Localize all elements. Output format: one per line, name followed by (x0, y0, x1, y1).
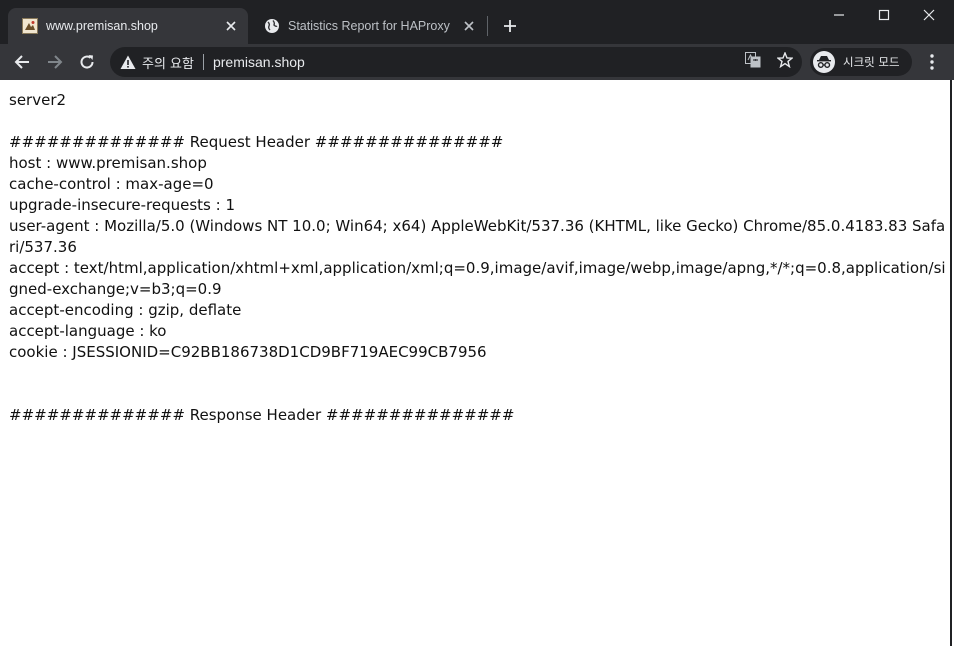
header-line-accept-encoding: accept-encoding : gzip, deflate (9, 301, 242, 319)
omnibox-divider (202, 54, 204, 70)
site-favicon-icon (22, 18, 38, 34)
arrow-right-icon (48, 55, 63, 69)
warning-icon[interactable] (120, 54, 136, 70)
url-text[interactable]: premisan.shop (213, 54, 305, 70)
maximize-icon (878, 9, 890, 21)
reload-button[interactable] (73, 48, 101, 76)
minimize-icon (834, 14, 844, 16)
header-line-accept-language: accept-language : ko (9, 322, 167, 340)
close-icon (923, 9, 935, 21)
request-header-title: ############## Request Header ##########… (9, 133, 504, 151)
response-header-title: ############## Response Header #########… (9, 406, 515, 424)
header-line-cache-control: cache-control : max-age=0 (9, 175, 214, 193)
header-line-upgrade-insecure: upgrade-insecure-requests : 1 (9, 196, 235, 214)
bookmark-star-icon[interactable] (776, 51, 794, 69)
arrow-left-icon (14, 55, 29, 69)
header-line-user-agent: user-agent : Mozilla/5.0 (Windows NT 10.… (9, 217, 946, 256)
translate-icon[interactable] (744, 51, 762, 69)
tab-premisan[interactable]: www.premisan.shop (8, 8, 248, 44)
header-line-accept: accept : text/html,application/xhtml+xml… (9, 259, 946, 298)
close-tab-icon[interactable] (460, 17, 478, 35)
maximize-button[interactable] (861, 0, 907, 30)
page-body: server2 ############## Request Header ##… (9, 90, 947, 426)
tab-title: www.premisan.shop (46, 19, 158, 33)
security-status[interactable]: 주의 요함 (142, 53, 194, 72)
browser-window: www.premisan.shop Statistics Report for … (0, 0, 954, 646)
tab-title: Statistics Report for HAProxy (288, 19, 450, 33)
browser-menu-button[interactable] (918, 48, 946, 76)
close-window-button[interactable] (906, 0, 952, 30)
new-tab-button[interactable] (499, 15, 521, 37)
server-name: server2 (9, 91, 67, 109)
incognito-icon (813, 51, 835, 73)
address-bar[interactable]: 주의 요함 premisan.shop (110, 47, 802, 77)
close-tab-icon[interactable] (222, 17, 240, 35)
tab-strip: www.premisan.shop Statistics Report for … (0, 0, 954, 44)
incognito-label: 시크릿 모드 (843, 55, 900, 69)
header-line-host: host : www.premisan.shop (9, 154, 207, 172)
more-vert-icon (930, 54, 934, 70)
tab-haproxy-stats[interactable]: Statistics Report for HAProxy (250, 8, 486, 44)
tab-separator (487, 16, 488, 36)
reload-icon (80, 55, 94, 69)
plus-icon (504, 20, 516, 32)
incognito-profile-button[interactable]: 시크릿 모드 (810, 48, 912, 76)
minimize-button[interactable] (816, 0, 862, 30)
page-content: server2 ############## Request Header ##… (0, 80, 952, 646)
forward-button[interactable] (41, 48, 69, 76)
browser-toolbar: 주의 요함 premisan.shop 시크릿 모드 (0, 44, 954, 80)
globe-icon (264, 18, 280, 34)
back-button[interactable] (8, 48, 36, 76)
header-line-cookie: cookie : JSESSIONID=C92BB186738D1CD9BF71… (9, 343, 487, 361)
